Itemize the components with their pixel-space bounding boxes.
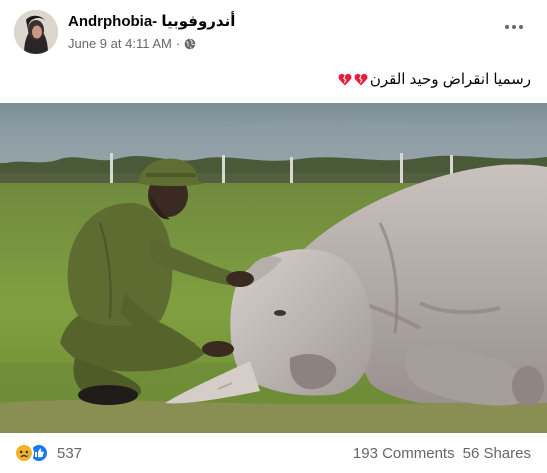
comments-count-link[interactable]: 193 Comments (353, 445, 455, 462)
author-avatar[interactable] (14, 10, 58, 54)
facebook-post: Andrphobia- أندروفوبيا June 9 at 4:11 AM… (0, 0, 547, 473)
sad-face-icon (20, 450, 29, 458)
post-header: Andrphobia- أندروفوبيا June 9 at 4:11 AM… (0, 0, 547, 66)
sad-reaction-icon (14, 443, 34, 463)
globe-icon[interactable] (184, 38, 196, 50)
caption-text: رسميا انقراض وحيد القرن (369, 71, 531, 88)
reaction-count: 537 (57, 444, 83, 462)
more-options-button[interactable] (505, 20, 527, 34)
post-caption: رسميا انقراض وحيد القرن (338, 70, 531, 88)
dot-icon (505, 25, 509, 29)
avatar-image (14, 10, 58, 54)
broken-heart-icon (338, 73, 352, 85)
engagement-stats: 193 Comments 56 Shares (353, 445, 531, 462)
dot-icon (519, 25, 523, 29)
rhino-ranger-photo (0, 103, 547, 433)
reactions-summary[interactable]: 537 (14, 443, 82, 463)
author-name[interactable]: Andrphobia- أندروفوبيا (68, 12, 235, 30)
dot-icon (512, 25, 516, 29)
shares-count-link[interactable]: 56 Shares (463, 445, 531, 462)
broken-heart-icon (354, 73, 368, 85)
meta-separator: · (175, 36, 181, 51)
post-photo[interactable] (0, 103, 547, 433)
post-meta: June 9 at 4:11 AM · (68, 36, 196, 51)
post-footer: 537 193 Comments 56 Shares (0, 433, 547, 473)
post-timestamp[interactable]: June 9 at 4:11 AM (68, 36, 172, 51)
